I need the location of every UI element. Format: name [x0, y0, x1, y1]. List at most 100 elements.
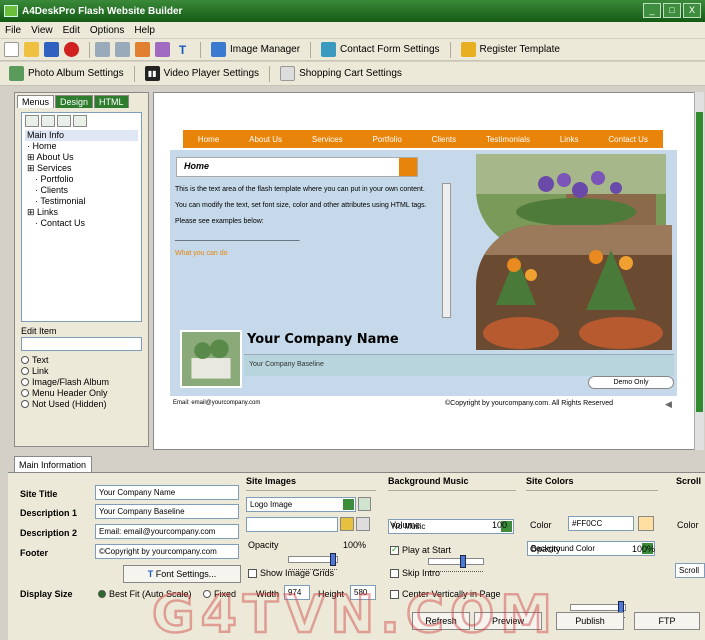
image-path-input[interactable] [246, 517, 338, 532]
publish-button[interactable]: Publish [556, 612, 624, 630]
tree-item-services[interactable]: ⊞ Services [25, 163, 138, 174]
menu-options[interactable]: Options [85, 25, 129, 36]
refresh-button[interactable]: Refresh [412, 612, 470, 630]
image-opacity-slider[interactable] [288, 553, 338, 570]
site-nav-portfolio[interactable]: Portfolio [372, 135, 401, 144]
preview-scrollbar[interactable] [694, 92, 704, 450]
image-browse-icon[interactable] [358, 497, 371, 511]
add-item-icon[interactable] [25, 115, 39, 127]
color-opacity-slider[interactable] [570, 601, 626, 618]
tab-main-information[interactable]: Main Information [14, 456, 92, 473]
scroll-select[interactable]: Scroll [675, 563, 705, 578]
radio [21, 367, 29, 375]
redo-icon[interactable] [115, 42, 130, 57]
tree-item-about-us[interactable]: ⊞ About Us [25, 152, 138, 163]
scrollbar-thumb[interactable] [696, 112, 703, 412]
color-swatch[interactable] [638, 516, 654, 531]
description-1-input[interactable]: Your Company Baseline [95, 504, 239, 519]
item-type-option[interactable]: Menu Header Only [21, 388, 142, 398]
register-template-button[interactable]: Register Template [456, 42, 565, 57]
item-type-label: Image/Flash Album [32, 377, 110, 387]
checkbox-checked[interactable] [390, 544, 399, 556]
checkbox[interactable] [390, 590, 399, 600]
preview-button[interactable]: Preview [474, 612, 542, 630]
menu-help[interactable]: Help [129, 25, 160, 36]
puzzle-icon[interactable] [135, 42, 150, 57]
folder-icon[interactable] [340, 517, 354, 531]
stop-icon[interactable] [64, 42, 79, 57]
save-icon[interactable] [44, 42, 59, 57]
tree-item-contact-us[interactable]: · Contact Us [25, 218, 138, 229]
tree-item-links[interactable]: ⊞ Links [25, 207, 138, 218]
site-nav-testimonials[interactable]: Testimonials [486, 135, 530, 144]
site-nav-clients[interactable]: Clients [432, 135, 456, 144]
slider-knob[interactable] [460, 555, 466, 568]
text-icon[interactable]: T [175, 42, 190, 57]
menu-file[interactable]: File [0, 25, 26, 36]
shopping-cart-button[interactable]: Shopping Cart Settings [275, 66, 407, 81]
item-type-option[interactable]: Text [21, 355, 142, 365]
site-nav-contact-us[interactable]: Contact Us [608, 135, 648, 144]
menu-edit[interactable]: Edit [58, 25, 85, 36]
undo-icon[interactable] [95, 42, 110, 57]
menu-view[interactable]: View [26, 25, 58, 36]
maximize-button[interactable]: □ [663, 3, 681, 18]
palette-icon[interactable] [155, 42, 170, 57]
checkbox[interactable] [248, 569, 257, 579]
volume-slider[interactable] [428, 555, 484, 572]
move-item-icon[interactable] [57, 115, 71, 127]
description-2-input[interactable]: Email: email@yourcompany.com [95, 524, 239, 539]
ftp-button[interactable]: FTP [634, 612, 700, 630]
tab-html[interactable]: HTML [94, 95, 129, 108]
group-divider [246, 490, 376, 491]
skip-intro-option[interactable]: Skip Intro [390, 568, 440, 579]
tab-design[interactable]: Design [55, 95, 94, 108]
site-image-select[interactable]: Logo Image [246, 497, 356, 512]
checkbox[interactable] [390, 569, 399, 579]
site-nav-services[interactable]: Services [312, 135, 343, 144]
tree-item-home[interactable]: · Home [25, 141, 138, 152]
site-title-input[interactable]: Your Company Name [95, 485, 239, 500]
color-hex-input[interactable]: #FF0CC [568, 516, 634, 531]
font-settings-button[interactable]: T Font Settings... [123, 565, 241, 583]
paragraph-1: This is the text area of the flash templ… [175, 186, 425, 193]
slider-knob[interactable] [330, 553, 336, 566]
item-type-option[interactable]: Not Used (Hidden) [21, 399, 142, 409]
minimize-button[interactable]: _ [643, 3, 661, 18]
close-button[interactable]: X [683, 3, 701, 18]
open-folder-icon[interactable] [24, 42, 39, 57]
show-grids-option[interactable]: Show Image Grids [248, 568, 334, 579]
site-nav-about-us[interactable]: About Us [249, 135, 282, 144]
image-manager-button[interactable]: Image Manager [206, 42, 305, 57]
delete-item-icon[interactable] [73, 115, 87, 127]
tree-item-testimonial[interactable]: · Testimonial [25, 196, 138, 207]
video-player-button[interactable]: ▮▮ Video Player Settings [140, 66, 264, 81]
background-music-title: Background Music [388, 476, 469, 486]
group-divider [388, 490, 516, 491]
item-type-option[interactable]: Image/Flash Album [21, 377, 142, 387]
center-vertically-option[interactable]: Center Vertically in Page [390, 589, 501, 600]
tree-item-main-info[interactable]: Main Info [25, 130, 138, 141]
add-subitem-icon[interactable] [41, 115, 55, 127]
edit-pencil-icon[interactable] [356, 517, 370, 531]
center-vertically-label: Center Vertically in Page [402, 589, 501, 599]
footer-input[interactable]: ©Copyright by yourcompany.com [95, 544, 239, 559]
tree-item-portfolio[interactable]: · Portfolio [25, 174, 138, 185]
edit-item-input[interactable] [21, 337, 142, 351]
item-type-option[interactable]: Link [21, 366, 142, 376]
new-file-icon[interactable] [4, 42, 19, 57]
best-fit-option[interactable]: Best Fit (Auto Scale) [98, 589, 192, 599]
photo-album-button[interactable]: Photo Album Settings [4, 66, 129, 81]
contact-form-button[interactable]: Contact Form Settings [316, 42, 444, 57]
demo-only-button[interactable]: Demo Only [588, 376, 674, 389]
tree-item-clients[interactable]: · Clients [25, 185, 138, 196]
speaker-icon[interactable]: ◀ [665, 399, 672, 410]
fixed-option[interactable]: Fixed [203, 589, 236, 599]
play-at-start-option[interactable]: Play at Start [390, 544, 451, 556]
tab-menus[interactable]: Menus [17, 95, 55, 108]
site-nav-links[interactable]: Links [560, 135, 579, 144]
height-input[interactable]: 580 [350, 585, 376, 600]
width-input[interactable]: 974 [284, 585, 310, 600]
site-nav-home[interactable]: Home [198, 135, 219, 144]
text-scrollbar[interactable] [442, 183, 451, 318]
